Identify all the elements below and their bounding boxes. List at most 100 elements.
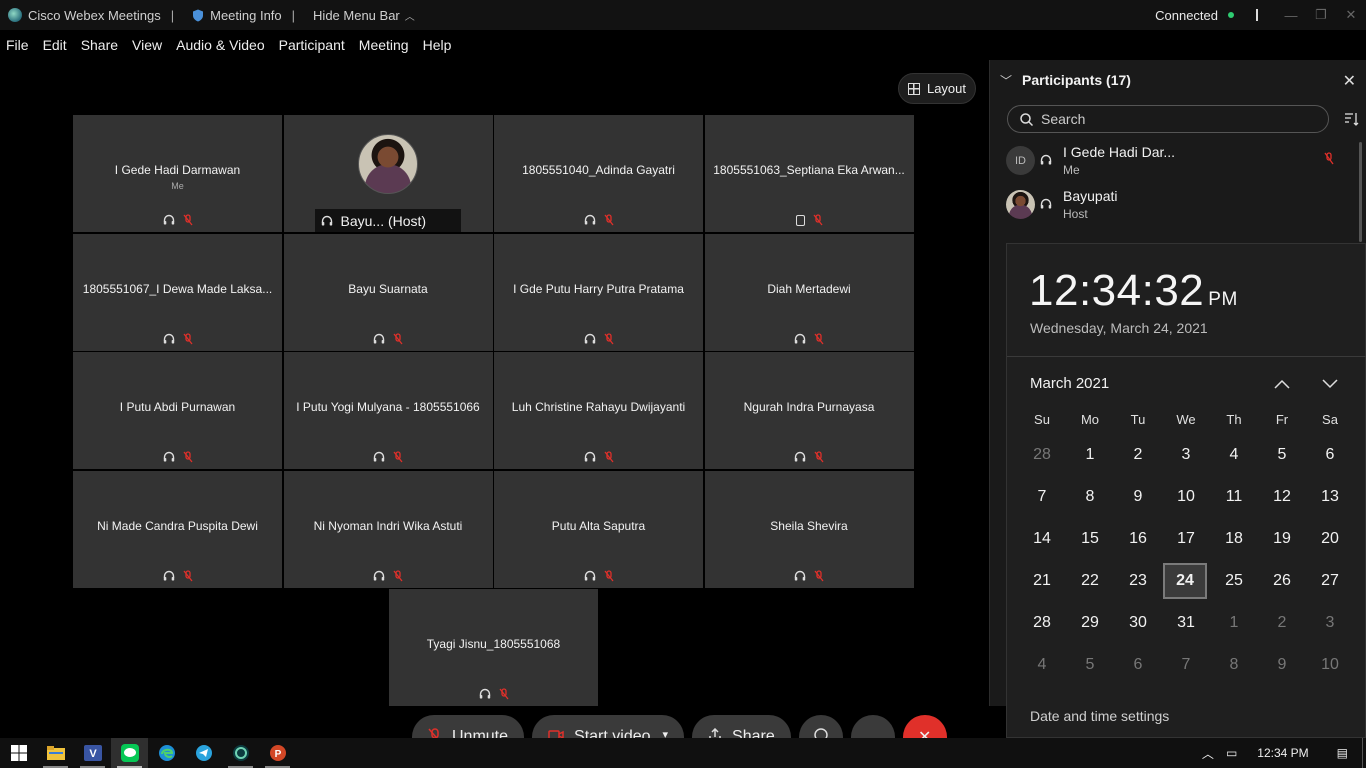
calendar-day[interactable]: 21	[1018, 563, 1066, 599]
meeting-info-button[interactable]: Meeting Info	[184, 8, 282, 23]
calendar-day[interactable]: 10	[1306, 647, 1354, 683]
calendar-day[interactable]: 15	[1066, 521, 1114, 557]
calendar-day[interactable]: 6	[1114, 647, 1162, 683]
telegram-button[interactable]	[185, 738, 222, 768]
calendar-day[interactable]: 2	[1114, 437, 1162, 473]
participant-video-tile[interactable]: Luh Christine Rahayu Dwijayanti	[494, 352, 703, 469]
calendar-day[interactable]: 25	[1210, 563, 1258, 599]
participant-video-tile[interactable]: Bayu... (Host)	[283, 115, 493, 232]
menu-view[interactable]: View	[132, 37, 162, 53]
participant-video-tile[interactable]: Tyagi Jisnu_1805551068	[389, 589, 598, 706]
powerpoint-button[interactable]: P	[259, 738, 296, 768]
tray-chevron-up-icon[interactable]: ︿	[1196, 745, 1220, 762]
calendar-day[interactable]: 4	[1210, 437, 1258, 473]
participant-video-tile[interactable]: 1805551063_Septiana Eka Arwan...	[704, 115, 914, 232]
calendar-day[interactable]: 14	[1018, 521, 1066, 557]
calendar-day[interactable]: 23	[1114, 563, 1162, 599]
reactions-button[interactable]	[798, 715, 843, 739]
file-explorer-button[interactable]	[37, 738, 74, 768]
menu-help[interactable]: Help	[423, 37, 452, 53]
calendar-day[interactable]: 7	[1162, 647, 1210, 683]
calendar-day[interactable]: 10	[1162, 479, 1210, 515]
unmute-button[interactable]: Unmute	[412, 715, 525, 739]
menu-participant[interactable]: Participant	[279, 37, 345, 53]
scrollbar[interactable]	[1359, 142, 1362, 242]
mic-muted-icon[interactable]	[1324, 152, 1334, 165]
calendar-day[interactable]: 7	[1018, 479, 1066, 515]
more-options-button[interactable]: …	[850, 715, 895, 739]
calendar-day[interactable]: 18	[1210, 521, 1258, 557]
participant-video-tile[interactable]: Diah Mertadewi	[704, 233, 914, 351]
minimize-button[interactable]: —	[1276, 0, 1306, 30]
participant-row[interactable]: Bayupati Host	[1006, 186, 1346, 226]
start-video-button[interactable]: Start video ▾	[532, 715, 685, 739]
chevron-down-icon[interactable]: ﹀	[1000, 72, 1012, 89]
visio-button[interactable]: V	[74, 738, 111, 768]
calendar-day[interactable]: 3	[1306, 605, 1354, 641]
participant-video-tile[interactable]: Ni Nyoman Indri Wika Astuti	[283, 470, 493, 588]
close-window-button[interactable]: ✕	[1336, 0, 1366, 30]
menu-share[interactable]: Share	[81, 37, 118, 53]
participant-video-tile[interactable]: Putu Alta Saputra	[494, 470, 703, 588]
webex-button[interactable]	[222, 738, 259, 768]
next-month-button[interactable]	[1318, 372, 1342, 396]
participants-header[interactable]: ﹀ Participants (17)	[990, 60, 1366, 100]
calendar-day[interactable]: 9	[1114, 479, 1162, 515]
maximize-button[interactable]: ❐	[1306, 0, 1336, 30]
menu-audio-video[interactable]: Audio & Video	[176, 37, 264, 53]
close-panel-icon[interactable]: ✕	[1343, 71, 1356, 91]
calendar-day[interactable]: 9	[1258, 647, 1306, 683]
calendar-day[interactable]: 13	[1306, 479, 1354, 515]
participant-video-tile[interactable]: Ni Made Candra Puspita Dewi	[73, 470, 282, 588]
prev-month-button[interactable]	[1270, 372, 1294, 396]
line-button[interactable]	[111, 738, 148, 768]
participant-video-tile[interactable]: Ngurah Indra Purnayasa	[704, 352, 914, 469]
calendar-day[interactable]: 11	[1210, 479, 1258, 515]
show-desktop-button[interactable]	[1362, 738, 1366, 768]
calendar-day[interactable]: 27	[1306, 563, 1354, 599]
share-button[interactable]: Share	[692, 715, 791, 739]
calendar-day[interactable]: 5	[1066, 647, 1114, 683]
calendar-day[interactable]: 3	[1162, 437, 1210, 473]
layout-button[interactable]: Layout	[898, 73, 976, 104]
menu-file[interactable]: File	[6, 37, 29, 53]
start-button[interactable]	[0, 738, 37, 768]
calendar-day[interactable]: 4	[1018, 647, 1066, 683]
menu-meeting[interactable]: Meeting	[359, 37, 409, 53]
clock-date[interactable]: Wednesday, March 24, 2021	[1030, 320, 1208, 336]
calendar-day[interactable]: 16	[1114, 521, 1162, 557]
calendar-day[interactable]: 31	[1162, 605, 1210, 641]
hide-menu-bar-button[interactable]: Hide Menu Bar ︿	[305, 8, 415, 23]
calendar-day[interactable]: 5	[1258, 437, 1306, 473]
participant-video-tile[interactable]: Bayu Suarnata	[283, 233, 493, 351]
calendar-day-today[interactable]: 24	[1163, 563, 1207, 599]
calendar-day[interactable]: 28	[1018, 605, 1066, 641]
participant-row[interactable]: ID I Gede Hadi Dar... Me	[1006, 142, 1346, 182]
calendar-day[interactable]: 17	[1162, 521, 1210, 557]
edge-button[interactable]	[148, 738, 185, 768]
calendar-day[interactable]: 8	[1210, 647, 1258, 683]
calendar-day[interactable]: 30	[1114, 605, 1162, 641]
participant-video-tile[interactable]: I Putu Abdi Purnawan	[73, 352, 282, 469]
participant-video-tile[interactable]: I Gde Putu Harry Putra Pratama	[494, 233, 703, 351]
calendar-day[interactable]: 29	[1066, 605, 1114, 641]
calendar-day[interactable]: 12	[1258, 479, 1306, 515]
participant-video-tile[interactable]: 1805551067_I Dewa Made Laksa...	[73, 233, 282, 351]
participant-video-tile[interactable]: I Putu Yogi Mulyana - 1805551066	[283, 352, 493, 469]
leave-meeting-button[interactable]: ✕	[902, 715, 947, 739]
participant-video-tile[interactable]: Sheila Shevira	[704, 470, 914, 588]
calendar-day[interactable]: 2	[1258, 605, 1306, 641]
calendar-day[interactable]: 8	[1066, 479, 1114, 515]
calendar-day[interactable]: 22	[1066, 563, 1114, 599]
calendar-day[interactable]: 1	[1210, 605, 1258, 641]
participant-search-input[interactable]: Search	[1007, 105, 1329, 133]
calendar-day[interactable]: 19	[1258, 521, 1306, 557]
notification-icon[interactable]: ▤	[1323, 746, 1362, 760]
menu-edit[interactable]: Edit	[43, 37, 67, 53]
calendar-day[interactable]: 26	[1258, 563, 1306, 599]
battery-icon[interactable]: ▭	[1220, 746, 1243, 760]
calendar-day[interactable]: 1	[1066, 437, 1114, 473]
calendar-month[interactable]: March 2021	[1030, 375, 1109, 392]
calendar-day[interactable]: 6	[1306, 437, 1354, 473]
date-time-settings-link[interactable]: Date and time settings	[1030, 708, 1169, 724]
